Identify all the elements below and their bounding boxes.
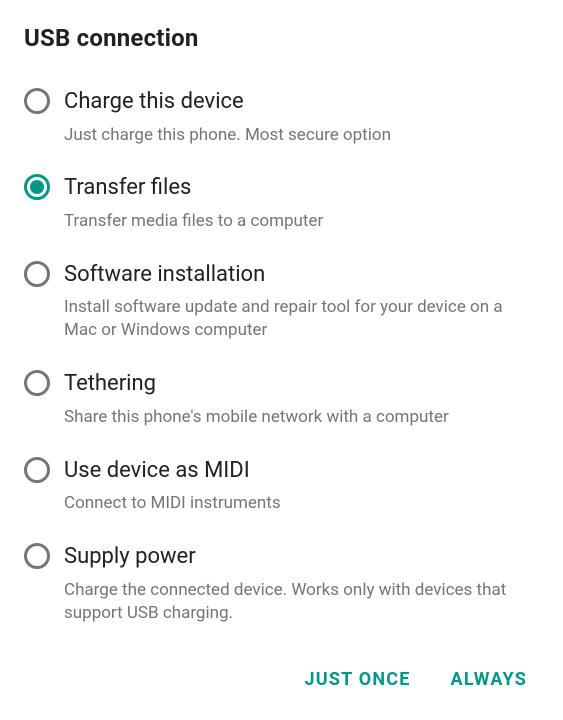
radio-icon bbox=[24, 88, 50, 114]
usb-connection-dialog: USB connection Charge this device Just c… bbox=[0, 0, 563, 720]
option-software-installation[interactable]: Software installation Install software u… bbox=[24, 251, 539, 360]
radio-icon bbox=[24, 174, 50, 200]
radio-icon bbox=[24, 543, 50, 569]
option-transfer-files[interactable]: Transfer files Transfer media files to a… bbox=[24, 164, 539, 250]
option-text: Use device as MIDI Connect to MIDI instr… bbox=[64, 457, 539, 515]
just-once-button[interactable]: JUST ONCE bbox=[301, 661, 415, 698]
option-text: Transfer files Transfer media files to a… bbox=[64, 174, 539, 232]
option-use-device-as-midi[interactable]: Use device as MIDI Connect to MIDI instr… bbox=[24, 447, 539, 533]
radio-icon bbox=[24, 261, 50, 287]
option-subtitle: Connect to MIDI instruments bbox=[64, 492, 539, 515]
radio-icon bbox=[24, 370, 50, 396]
option-subtitle: Share this phone's mobile network with a… bbox=[64, 406, 539, 429]
option-subtitle: Charge the connected device. Works only … bbox=[64, 579, 539, 625]
option-text: Software installation Install software u… bbox=[64, 261, 539, 342]
option-title: Use device as MIDI bbox=[64, 457, 539, 485]
option-title: Software installation bbox=[64, 261, 539, 289]
option-text: Tethering Share this phone's mobile netw… bbox=[64, 370, 539, 428]
option-title: Charge this device bbox=[64, 88, 539, 116]
option-tethering[interactable]: Tethering Share this phone's mobile netw… bbox=[24, 360, 539, 446]
option-text: Supply power Charge the connected device… bbox=[64, 543, 539, 624]
option-supply-power[interactable]: Supply power Charge the connected device… bbox=[24, 533, 539, 642]
option-text: Charge this device Just charge this phon… bbox=[64, 88, 539, 146]
option-subtitle: Just charge this phone. Most secure opti… bbox=[64, 124, 539, 147]
option-subtitle: Install software update and repair tool … bbox=[64, 296, 539, 342]
always-button[interactable]: ALWAYS bbox=[447, 661, 531, 698]
dialog-actions: JUST ONCE ALWAYS bbox=[24, 643, 539, 720]
option-charge-this-device[interactable]: Charge this device Just charge this phon… bbox=[24, 78, 539, 164]
radio-icon bbox=[24, 457, 50, 483]
dialog-title: USB connection bbox=[24, 24, 539, 52]
option-title: Tethering bbox=[64, 370, 539, 398]
option-subtitle: Transfer media files to a computer bbox=[64, 210, 539, 233]
options-list: Charge this device Just charge this phon… bbox=[24, 78, 539, 643]
option-title: Supply power bbox=[64, 543, 539, 571]
option-title: Transfer files bbox=[64, 174, 539, 202]
